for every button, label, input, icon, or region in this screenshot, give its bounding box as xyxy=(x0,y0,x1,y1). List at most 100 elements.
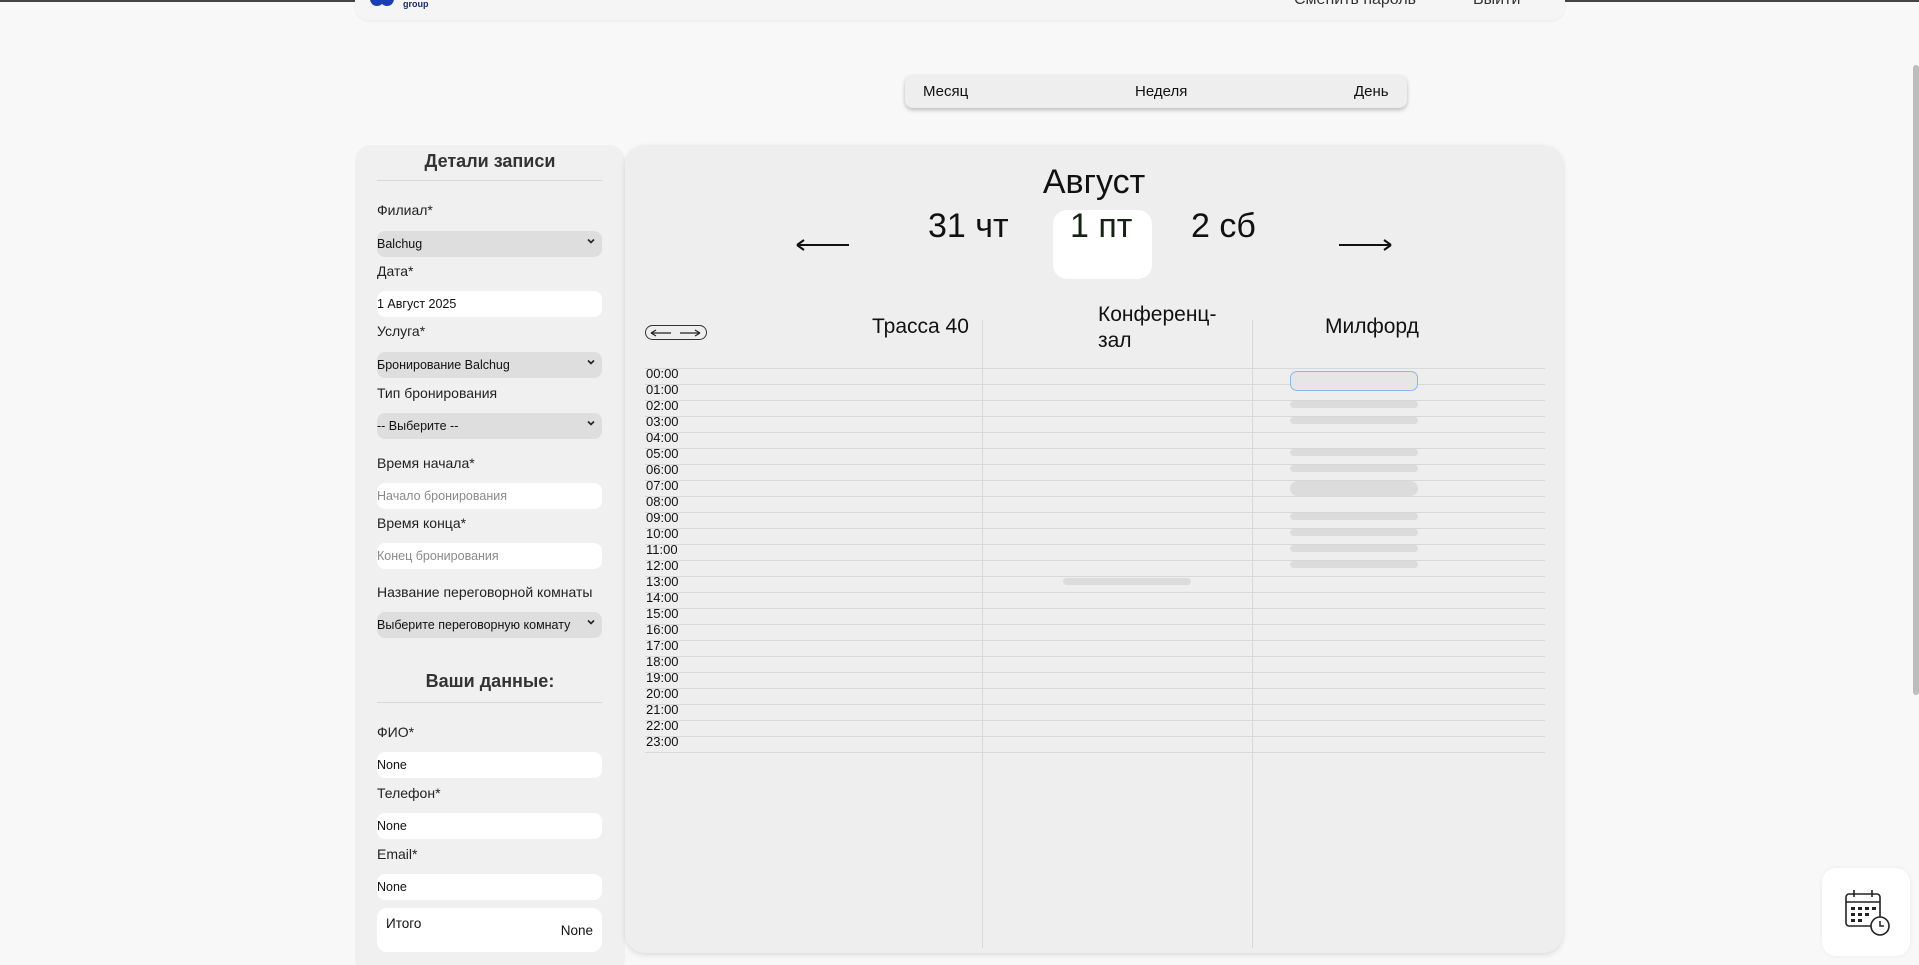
hour-label: 06:00 xyxy=(646,462,679,477)
hour-gridline xyxy=(645,656,1545,657)
booked-slot[interactable] xyxy=(1290,401,1418,408)
booked-slot[interactable] xyxy=(1290,529,1418,536)
end-time-field[interactable]: Конец бронирования xyxy=(377,543,602,569)
form-title: Детали записи xyxy=(424,151,556,171)
logo-icon[interactable] xyxy=(370,0,394,8)
tab-month[interactable]: Месяц xyxy=(923,83,968,100)
phone-label: Телефон* xyxy=(377,785,441,801)
hour-gridline xyxy=(645,368,1545,369)
room-header-milford: Милфорд xyxy=(1325,315,1419,338)
fio-label: ФИО* xyxy=(377,724,415,740)
chevron-down-icon xyxy=(587,420,595,426)
tab-day[interactable]: День xyxy=(1354,83,1389,100)
hour-label: 10:00 xyxy=(646,526,679,541)
chevron-down-icon xyxy=(587,619,595,625)
hour-label: 08:00 xyxy=(646,494,679,509)
arrow-right-icon[interactable] xyxy=(1337,237,1393,253)
date-field[interactable]: 1 Август 2025 xyxy=(377,291,602,317)
change-password-link[interactable]: Сменить пароль xyxy=(1294,0,1416,9)
booked-slot[interactable] xyxy=(1290,561,1418,568)
service-select[interactable]: Бронирование Balchug xyxy=(377,352,602,378)
email-field[interactable]: None xyxy=(377,874,602,900)
hour-label: 07:00 xyxy=(646,478,679,493)
booked-slot[interactable] xyxy=(1290,513,1418,520)
booked-slot[interactable] xyxy=(1290,481,1418,496)
calendar-widget-button[interactable] xyxy=(1822,868,1910,956)
branch-select[interactable]: Balchug xyxy=(377,231,602,257)
fio-field[interactable]: None xyxy=(377,752,602,778)
scroll-toggle-button[interactable] xyxy=(645,325,707,340)
branch-label: Филиал* xyxy=(377,202,433,218)
email-label: Email* xyxy=(377,846,418,862)
booked-slot[interactable] xyxy=(1290,465,1418,472)
hour-gridline xyxy=(645,624,1545,625)
hour-label: 17:00 xyxy=(646,638,679,653)
room-header-trassa: Трасса 40 xyxy=(872,315,969,338)
hour-gridline xyxy=(645,576,1545,577)
phone-field[interactable]: None xyxy=(377,813,602,839)
month-title: Август xyxy=(1042,163,1146,201)
hour-label: 01:00 xyxy=(646,382,679,397)
hour-label: 20:00 xyxy=(646,686,679,701)
room-name-label: Название переговорной комнаты xyxy=(377,584,593,600)
hour-label: 13:00 xyxy=(646,574,679,589)
room-header-conference-line2: зал xyxy=(1098,329,1132,352)
date-label: Дата* xyxy=(377,263,414,279)
room-header-conference-line1: Конференц- xyxy=(1098,303,1217,326)
page-scrollbar[interactable] xyxy=(1913,65,1919,695)
end-time-placeholder: Конец бронирования xyxy=(377,549,499,563)
branch-value: Balchug xyxy=(377,237,423,251)
phone-value: None xyxy=(377,819,407,833)
fio-value: None xyxy=(377,758,407,772)
chevron-down-icon xyxy=(587,238,595,244)
hour-gridline xyxy=(645,608,1545,609)
selected-slot[interactable] xyxy=(1290,371,1418,391)
hour-label: 04:00 xyxy=(646,430,679,445)
column-divider xyxy=(982,320,983,948)
hour-gridline xyxy=(645,592,1545,593)
booking-type-select[interactable]: -- Выберите -- xyxy=(377,413,602,439)
hour-gridline xyxy=(645,736,1545,737)
divider xyxy=(377,702,602,703)
calendar-clock-icon xyxy=(1845,890,1890,936)
day-prev[interactable]: 31 чт xyxy=(928,207,1009,246)
day-current[interactable]: 1 пт xyxy=(1070,207,1132,246)
hour-label: 23:00 xyxy=(646,734,679,749)
hour-label: 16:00 xyxy=(646,622,679,637)
booking-type-label: Тип бронирования xyxy=(377,385,498,401)
hour-gridline xyxy=(645,720,1545,721)
hour-gridline xyxy=(645,432,1545,433)
booked-slot[interactable] xyxy=(1290,449,1418,456)
arrow-left-icon[interactable] xyxy=(795,237,851,253)
your-data-title: Ваши данные: xyxy=(425,671,555,691)
total-value: None xyxy=(560,923,593,938)
hour-gridline xyxy=(645,496,1545,497)
hour-label: 18:00 xyxy=(646,654,679,669)
logo-text: group xyxy=(403,0,429,9)
service-label: Услуга* xyxy=(377,323,426,339)
hour-gridline xyxy=(645,688,1545,689)
room-select[interactable]: Выберите переговорную комнату xyxy=(377,612,602,638)
chevron-down-icon xyxy=(587,359,595,365)
day-schedule: Август 31 чт 1 пт 2 сб Трасса 40 Конфере… xyxy=(625,145,1563,953)
booked-slot[interactable] xyxy=(1063,578,1191,585)
hour-label: 15:00 xyxy=(646,606,679,621)
service-value: Бронирование Balchug xyxy=(377,358,510,372)
hour-label: 14:00 xyxy=(646,590,679,605)
booked-slot[interactable] xyxy=(1290,417,1418,424)
start-time-label: Время начала* xyxy=(377,455,475,471)
booking-type-value: -- Выберите -- xyxy=(377,419,459,433)
date-value: 1 Август 2025 xyxy=(377,297,457,311)
hour-label: 00:00 xyxy=(646,366,679,381)
hour-gridline xyxy=(645,704,1545,705)
logout-link[interactable]: Выйти xyxy=(1473,0,1520,9)
total-box: Итого None xyxy=(377,908,602,952)
booked-slot[interactable] xyxy=(1290,545,1418,552)
column-divider xyxy=(1252,320,1253,948)
divider xyxy=(377,180,602,181)
hour-label: 09:00 xyxy=(646,510,679,525)
tab-week[interactable]: Неделя xyxy=(1135,83,1187,100)
start-time-placeholder: Начало бронирования xyxy=(377,489,507,503)
day-next[interactable]: 2 сб xyxy=(1191,207,1256,246)
start-time-field[interactable]: Начало бронирования xyxy=(377,483,602,509)
